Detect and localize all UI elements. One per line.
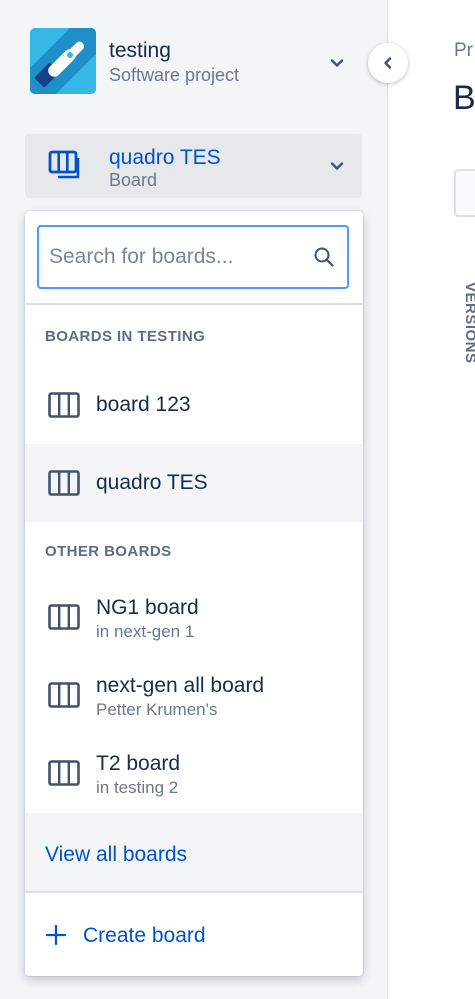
board-item-title: board 123 [96,393,191,416]
page-title: B [453,79,475,117]
board-item-ng1-board[interactable]: NG1 board in next-gen 1 [25,579,363,657]
section-heading-other-boards: OTHER BOARDS [45,543,172,560]
search-input[interactable] [49,236,299,278]
project-avatar [30,28,96,94]
chevron-left-icon [384,57,392,69]
board-item-subtitle: Petter Krumen's [96,700,218,719]
board-columns-icon [48,760,80,786]
project-header[interactable]: testing Software project [30,28,360,96]
board-columns-icon [48,682,80,708]
board-columns-icon [48,470,80,496]
section-heading-boards-in-testing: BOARDS IN TESTING [45,328,206,345]
create-board-label: Create board [83,924,206,947]
divider [25,303,363,305]
board-item-title: next-gen all board [96,674,265,697]
create-board-button[interactable]: Create board [25,893,363,976]
main-content: Pr B VERSIONS [389,0,475,999]
rocket-icon [30,28,96,94]
board-dropdown: BOARDS IN TESTING board 123 quadro TES O… [25,211,363,976]
board-item-next-gen-all-board[interactable]: next-gen all board Petter Krumen's [25,657,363,735]
board-item-board-123[interactable]: board 123 [25,366,363,444]
main-search-field[interactable] [454,169,475,217]
board-item-quadro-tes[interactable]: quadro TES [25,444,363,522]
board-item-subtitle: in testing 2 [96,778,179,797]
breadcrumb[interactable]: Pr [454,40,473,62]
view-all-boards-link[interactable]: View all boards [25,813,363,893]
board-columns-icon [48,150,80,179]
board-item-title: NG1 board [96,596,199,619]
plus-icon [45,924,67,946]
board-item-title: quadro TES [96,471,208,494]
chevron-down-icon[interactable] [328,157,346,175]
view-all-boards-label: View all boards [45,843,188,866]
board-columns-icon [48,392,80,418]
search-icon [314,247,334,267]
sidebar: testing Software project quadro TES Boar… [0,0,388,999]
project-name: testing [109,39,171,62]
project-type: Software project [109,65,240,85]
chevron-down-icon[interactable] [328,54,346,72]
board-item-title: T2 board [96,752,181,775]
versions-panel-label[interactable]: VERSIONS [459,282,475,364]
current-board-name: quadro TES [109,146,221,169]
current-board-type: Board [109,170,158,190]
board-item-subtitle: in next-gen 1 [96,622,195,641]
search-field[interactable] [37,225,349,289]
board-columns-icon [48,604,80,630]
board-switcher[interactable]: quadro TES Board [25,134,362,198]
board-item-t2-board[interactable]: T2 board in testing 2 [25,735,363,813]
collapse-sidebar-button[interactable] [368,43,408,83]
